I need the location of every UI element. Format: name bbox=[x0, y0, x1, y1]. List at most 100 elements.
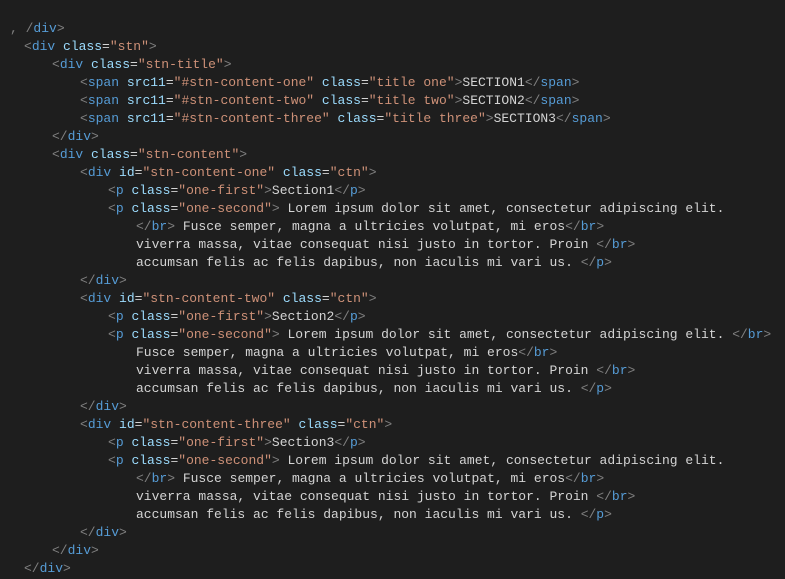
attr-name: src11 bbox=[127, 75, 166, 90]
tag-name: br bbox=[612, 363, 628, 378]
tag-name: div bbox=[33, 21, 56, 36]
tag-name: span bbox=[88, 75, 119, 90]
punct: > bbox=[358, 435, 366, 450]
attr-value: "stn-content-three" bbox=[142, 417, 290, 432]
punct: </ bbox=[24, 561, 40, 576]
tag-name: p bbox=[350, 435, 358, 450]
tag-name: span bbox=[572, 111, 603, 126]
punct: </ bbox=[581, 507, 597, 522]
punct: > bbox=[628, 489, 636, 504]
punct: </ bbox=[565, 471, 581, 486]
attr-name: src11 bbox=[127, 111, 166, 126]
attr-name: class bbox=[283, 165, 322, 180]
attr-value: "title three" bbox=[384, 111, 485, 126]
punct: < bbox=[80, 75, 88, 90]
tag-name: div bbox=[88, 291, 111, 306]
punct: , / bbox=[10, 21, 33, 36]
tag-name: br bbox=[612, 237, 628, 252]
punct: > bbox=[167, 219, 175, 234]
punct: < bbox=[80, 417, 88, 432]
attr-value: "one-first" bbox=[178, 309, 264, 324]
tag-name: p bbox=[116, 435, 124, 450]
punct: > bbox=[572, 75, 580, 90]
tag-name: br bbox=[534, 345, 550, 360]
text-content: viverra massa, vitae consequat nisi just… bbox=[136, 489, 596, 504]
attr-value: "#stn-content-three" bbox=[174, 111, 330, 126]
punct: > bbox=[119, 399, 127, 414]
text-content: Lorem ipsum dolor sit amet, consectetur … bbox=[280, 201, 725, 216]
punct: > bbox=[91, 543, 99, 558]
attr-value: "one-second" bbox=[178, 453, 272, 468]
punct: </ bbox=[525, 75, 541, 90]
text-content: accumsan felis ac felis dapibus, non iac… bbox=[136, 381, 581, 396]
eq: = bbox=[361, 93, 369, 108]
punct: < bbox=[108, 183, 116, 198]
punct: </ bbox=[136, 219, 152, 234]
punct: > bbox=[486, 111, 494, 126]
attr-value: "title one" bbox=[369, 75, 455, 90]
text-content: Fusce semper, magna a ultricies volutpat… bbox=[175, 219, 565, 234]
punct: </ bbox=[80, 525, 96, 540]
attr-name: id bbox=[119, 417, 135, 432]
tag-name: div bbox=[32, 39, 55, 54]
code-editor[interactable]: , /div> <div class="stn"> <div class="st… bbox=[0, 0, 785, 560]
text-content: Section3 bbox=[272, 435, 334, 450]
eq: = bbox=[322, 291, 330, 306]
punct: < bbox=[80, 93, 88, 108]
tag-name: p bbox=[596, 507, 604, 522]
punct: > bbox=[264, 435, 272, 450]
punct: > bbox=[63, 561, 71, 576]
attr-value: "ctn" bbox=[330, 291, 369, 306]
punct: </ bbox=[596, 363, 612, 378]
text-content: Lorem ipsum dolor sit amet, consectetur … bbox=[280, 453, 725, 468]
attr-name: class bbox=[131, 327, 170, 342]
punct: > bbox=[224, 57, 232, 72]
tag-name: div bbox=[96, 525, 119, 540]
punct: < bbox=[80, 111, 88, 126]
tag-name: br bbox=[152, 471, 168, 486]
tag-name: div bbox=[60, 147, 83, 162]
punct: < bbox=[108, 309, 116, 324]
punct: < bbox=[108, 201, 116, 216]
punct: </ bbox=[80, 399, 96, 414]
punct: > bbox=[596, 219, 604, 234]
attr-name: class bbox=[338, 111, 377, 126]
punct: </ bbox=[525, 93, 541, 108]
punct: > bbox=[272, 327, 280, 342]
tag-name: p bbox=[350, 183, 358, 198]
eq: = bbox=[166, 75, 174, 90]
attr-name: class bbox=[91, 147, 130, 162]
punct: </ bbox=[136, 471, 152, 486]
punct: > bbox=[272, 453, 280, 468]
punct: > bbox=[549, 345, 557, 360]
punct: > bbox=[91, 129, 99, 144]
code-line: </div> bbox=[0, 542, 785, 560]
tag-name: span bbox=[88, 93, 119, 108]
punct: </ bbox=[565, 219, 581, 234]
attr-value: "one-first" bbox=[178, 435, 264, 450]
text-content: Section2 bbox=[272, 309, 334, 324]
punct: > bbox=[572, 93, 580, 108]
punct: > bbox=[628, 363, 636, 378]
tag-name: br bbox=[748, 327, 764, 342]
punct: </ bbox=[596, 489, 612, 504]
attr-name: class bbox=[299, 417, 338, 432]
tag-name: p bbox=[116, 201, 124, 216]
tag-name: br bbox=[152, 219, 168, 234]
punct: </ bbox=[334, 183, 350, 198]
punct: > bbox=[369, 165, 377, 180]
eq: = bbox=[322, 165, 330, 180]
text-content: SECTION2 bbox=[462, 93, 524, 108]
attr-value: "title two" bbox=[369, 93, 455, 108]
punct: > bbox=[628, 237, 636, 252]
punct: > bbox=[119, 273, 127, 288]
eq: = bbox=[166, 93, 174, 108]
punct: > bbox=[603, 111, 611, 126]
punct: </ bbox=[732, 327, 748, 342]
punct: > bbox=[167, 471, 175, 486]
attr-value: "ctn" bbox=[330, 165, 369, 180]
attr-value: "#stn-content-one" bbox=[174, 75, 314, 90]
punct: </ bbox=[52, 129, 68, 144]
tag-name: br bbox=[612, 489, 628, 504]
attr-value: "stn-content-one" bbox=[142, 165, 275, 180]
